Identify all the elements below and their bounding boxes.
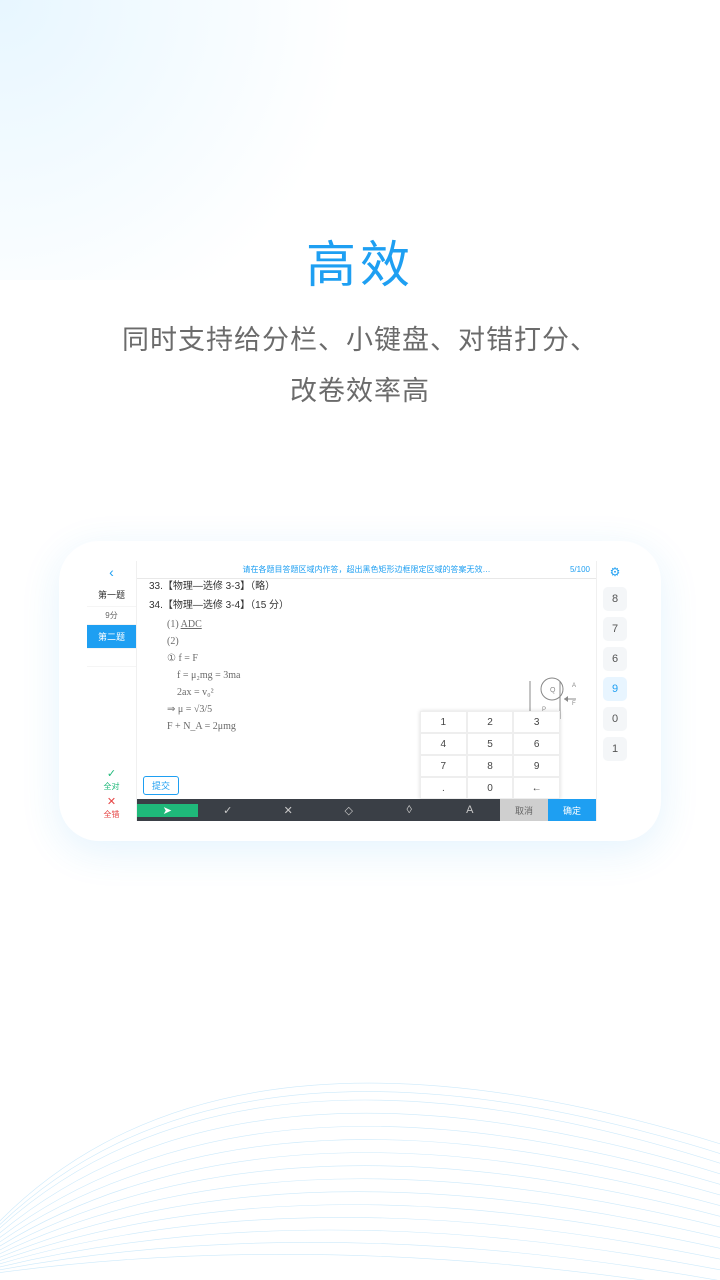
score-strip: ⚙ 8 7 6 9 0 1 <box>597 561 633 821</box>
numpad-key-dot[interactable]: . <box>420 777 467 799</box>
all-correct-button[interactable]: 全对 <box>87 765 136 793</box>
numpad-key-6[interactable]: 6 <box>513 733 560 755</box>
numpad-key-0[interactable]: 0 <box>467 777 514 799</box>
numpad-key-back[interactable]: ← <box>513 777 560 799</box>
cancel-button[interactable]: 取消 <box>500 799 548 821</box>
gear-icon[interactable]: ⚙ <box>610 563 621 581</box>
score-8[interactable]: 8 <box>603 587 627 611</box>
svg-text:F: F <box>572 701 576 707</box>
back-icon[interactable]: ‹ <box>87 561 136 583</box>
numpad: 1 2 3 4 5 6 7 8 9 . 0 ← <box>420 711 560 799</box>
background-waves <box>0 920 720 1280</box>
page-title: 高效 <box>0 225 720 297</box>
tool-text-icon[interactable]: A <box>440 804 501 816</box>
question-33: 33.【物理—选修 3-3】（略） <box>149 579 590 594</box>
mark-toolbar: ➤ ✓ ✕ ◇ ◊ A 取消 确定 <box>137 799 596 821</box>
numpad-key-1[interactable]: 1 <box>420 711 467 733</box>
score-6[interactable]: 6 <box>603 647 627 671</box>
score-1[interactable]: 1 <box>603 737 627 761</box>
numpad-key-7[interactable]: 7 <box>420 755 467 777</box>
sheet-header: 请在各题目答题区域内作答，超出黑色矩形边框限定区域的答案无效… <box>243 564 491 575</box>
numpad-key-5[interactable]: 5 <box>467 733 514 755</box>
numpad-key-9[interactable]: 9 <box>513 755 560 777</box>
confirm-button[interactable]: 确定 <box>548 799 596 821</box>
sidebar-score-q2 <box>87 649 136 667</box>
score-7[interactable]: 7 <box>603 617 627 641</box>
numpad-key-3[interactable]: 3 <box>513 711 560 733</box>
numpad-key-2[interactable]: 2 <box>467 711 514 733</box>
submit-button[interactable]: 提交 <box>143 776 179 795</box>
tool-half-icon[interactable]: ◇ <box>319 804 380 817</box>
score-0[interactable]: 0 <box>603 707 627 731</box>
sidebar-item-q1[interactable]: 第一题 <box>87 583 136 607</box>
tablet-mock: ‹ 第一题 9分 第二题 全对 全错 请在各题目答题区域内作答，超出黑色矩形边框… <box>59 541 661 841</box>
numpad-key-4[interactable]: 4 <box>420 733 467 755</box>
score-9[interactable]: 9 <box>603 677 627 701</box>
page-subtitle: 同时支持给分栏、小键盘、对错打分、 改卷效率高 <box>0 315 720 418</box>
all-wrong-button[interactable]: 全错 <box>87 793 136 821</box>
tool-cross-icon[interactable]: ✕ <box>258 804 319 817</box>
question-34: 34.【物理—选修 3-4】（15 分） <box>149 598 590 613</box>
tool-erase-icon[interactable]: ◊ <box>379 804 440 816</box>
svg-text:Q: Q <box>550 687 556 694</box>
answer-sheet: 请在各题目答题区域内作答，超出黑色矩形边框限定区域的答案无效… 5/100 33… <box>137 561 597 821</box>
page-indicator: 5/100 <box>570 565 590 574</box>
numpad-key-8[interactable]: 8 <box>467 755 514 777</box>
question-sidebar: ‹ 第一题 9分 第二题 全对 全错 <box>87 561 137 821</box>
sidebar-item-q2[interactable]: 第二题 <box>87 625 136 649</box>
svg-text:A: A <box>572 683 576 689</box>
sidebar-score-q1: 9分 <box>87 607 136 625</box>
tool-pointer-icon[interactable]: ➤ <box>137 804 198 817</box>
tool-check-icon[interactable]: ✓ <box>198 804 259 817</box>
